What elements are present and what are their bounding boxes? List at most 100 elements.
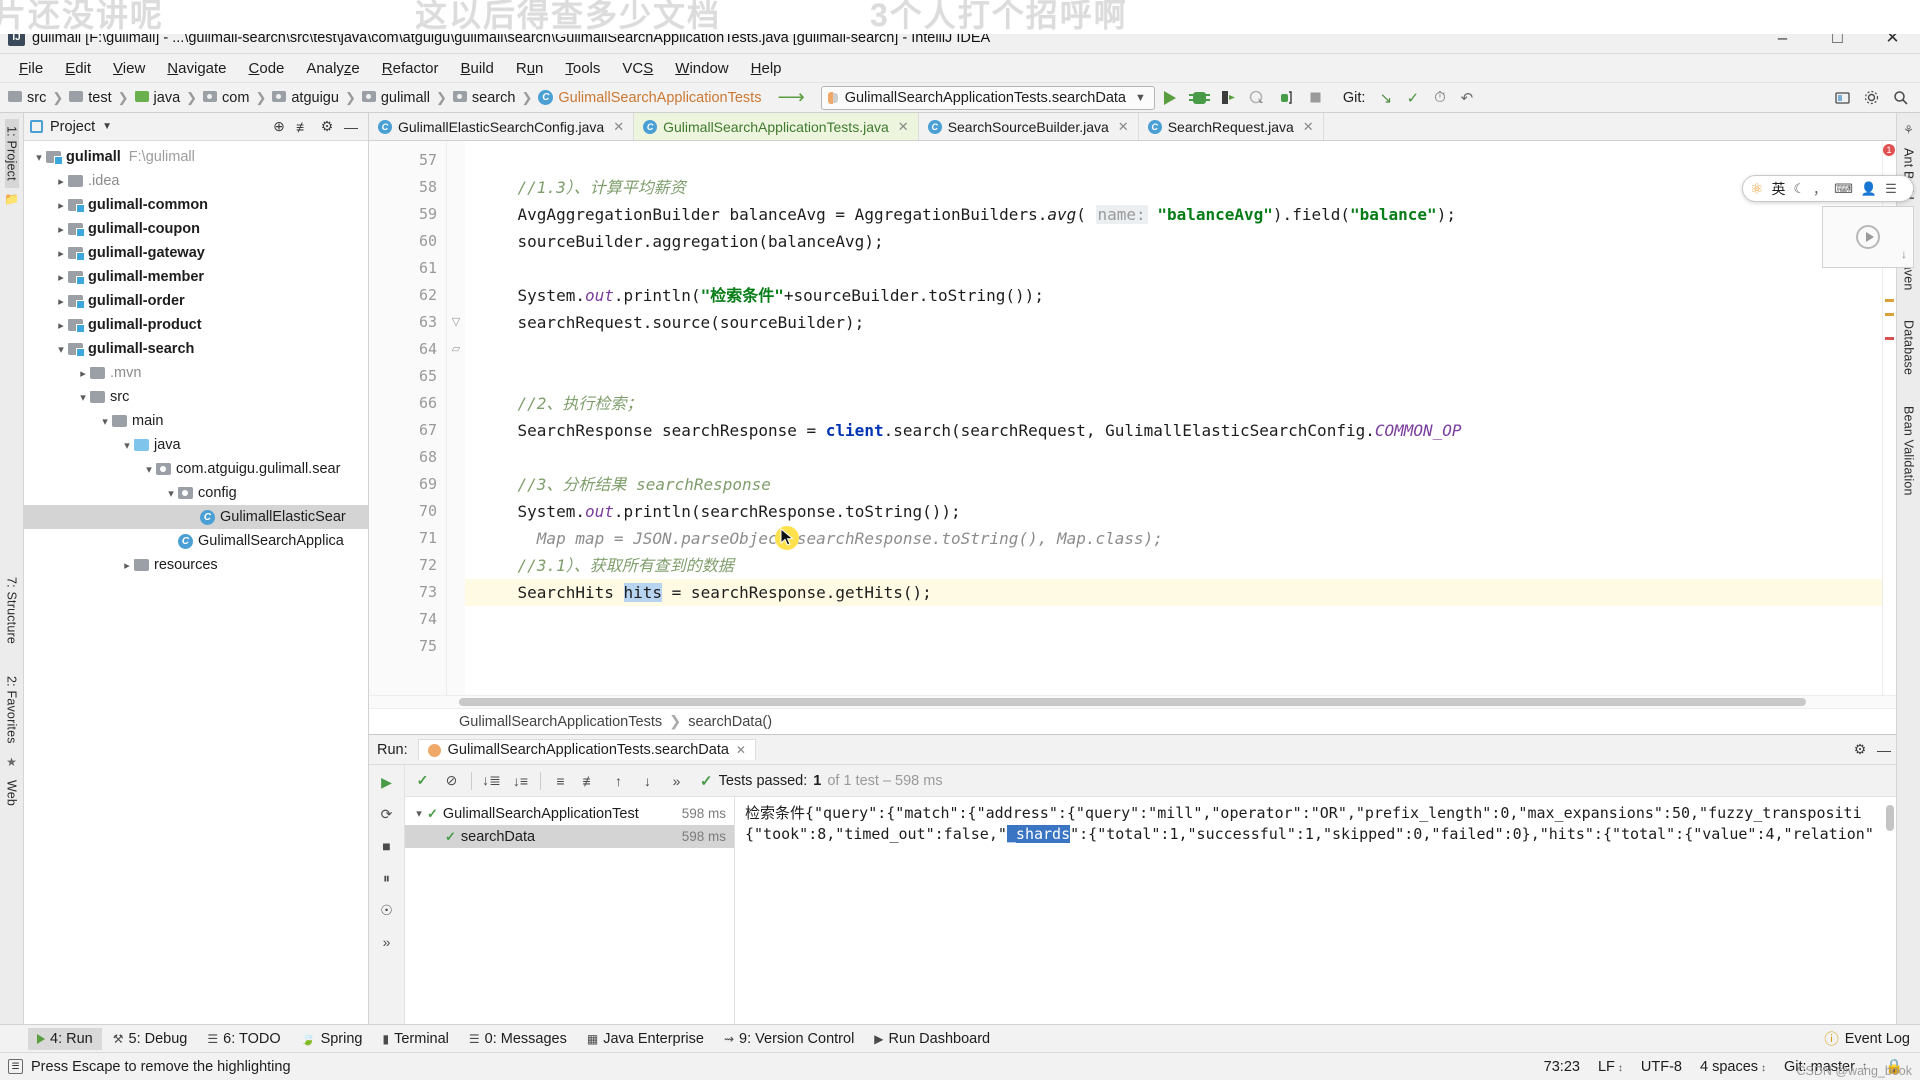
menu-code[interactable]: Code	[238, 57, 296, 80]
menu-navigate[interactable]: Navigate	[156, 57, 237, 80]
breadcrumb-class[interactable]: C GulimallSearchApplicationTests	[538, 90, 761, 106]
stripe-warning-mark[interactable]	[1885, 299, 1894, 302]
breadcrumb-atguigu[interactable]: atguigu	[272, 90, 339, 106]
sidebar-item-structure[interactable]: 7: Structure	[5, 570, 19, 651]
pause-icon[interactable]: ⏸	[376, 867, 398, 889]
ime-popup-panel[interactable]: ↓	[1822, 206, 1914, 268]
toolwindow-run-dashboard[interactable]: ▶ Run Dashboard	[865, 1028, 999, 1050]
toolwindow-run[interactable]: 4: Run	[28, 1027, 102, 1050]
caret-position[interactable]: 73:23	[1535, 1059, 1589, 1075]
toolwindow-spring[interactable]: 🍃 Spring	[292, 1028, 372, 1050]
menu-help[interactable]: Help	[740, 57, 793, 80]
tab-search-request[interactable]: C SearchRequest.java ✕	[1139, 113, 1324, 140]
menu-file[interactable]: File	[8, 57, 54, 80]
tree-toggle[interactable]: ▾	[76, 391, 90, 404]
run-tab[interactable]: GulimallSearchApplicationTests.searchDat…	[417, 739, 756, 760]
sidebar-item-favorites[interactable]: 2: Favorites	[5, 669, 19, 751]
tree-node-com-atguigu-gulimall-sear[interactable]: ▾ com.atguigu.gulimall.sear	[24, 457, 368, 481]
indent-setting[interactable]: 4 spaces ↕	[1691, 1059, 1775, 1075]
chevron-down-icon[interactable]: ▼	[102, 121, 112, 132]
tree-node--idea[interactable]: ▸ .idea	[24, 169, 368, 193]
stop-button[interactable]	[1302, 85, 1329, 111]
run-with-coverage-button[interactable]	[1215, 85, 1242, 111]
rerun-failed-icon[interactable]: ⊘	[438, 768, 465, 794]
search-everywhere-button[interactable]	[1887, 85, 1914, 111]
close-icon[interactable]: ✕	[1118, 119, 1129, 135]
ime-toolbar[interactable]: ⚛ 英 ☾ ， ⌨ 👤 ☰	[1742, 175, 1914, 202]
console-output[interactable]: 检索条件{"query":{"match":{"address":{"query…	[735, 797, 1896, 1024]
attach-debugger-button[interactable]	[1273, 85, 1300, 111]
gear-icon[interactable]: ⚙	[1848, 738, 1872, 762]
close-icon[interactable]: ✕	[736, 743, 746, 757]
keyboard-icon[interactable]: ⌨	[1834, 181, 1853, 197]
next-test-icon[interactable]: ↓	[634, 768, 661, 794]
hide-icon[interactable]: ―	[340, 116, 362, 138]
tree-toggle[interactable]: ▾	[32, 151, 46, 164]
tree-toggle[interactable]: ▸	[54, 295, 68, 308]
tree-node-gulimallelasticsear[interactable]: C GulimallElasticSear	[24, 505, 368, 529]
breadcrumb-class-name[interactable]: GulimallSearchApplicationTests	[459, 714, 662, 730]
message-icon[interactable]: ☰	[8, 1059, 23, 1074]
tree-node-gulimall-common[interactable]: ▸ gulimall-common	[24, 193, 368, 217]
stop-icon[interactable]: ■	[376, 835, 398, 857]
rerun-tests-icon[interactable]: ✓	[409, 768, 436, 794]
settings-button[interactable]	[1858, 85, 1885, 111]
tree-node-resources[interactable]: ▸ resources	[24, 553, 368, 577]
tree-node-gulimall-gateway[interactable]: ▸ gulimall-gateway	[24, 241, 368, 265]
fold-icon[interactable]: ▽	[447, 309, 465, 336]
breadcrumb-search[interactable]: search	[452, 90, 515, 106]
tree-toggle[interactable]: ▸	[54, 223, 68, 236]
run-icon[interactable]: ▶	[376, 771, 398, 793]
tree-node-gulimall-coupon[interactable]: ▸ gulimall-coupon	[24, 217, 368, 241]
tree-toggle[interactable]: ▾	[120, 439, 134, 452]
tree-toggle[interactable]: ▸	[54, 175, 68, 188]
tree-node-gulimall-search[interactable]: ▾ gulimall-search	[24, 337, 368, 361]
menu-window[interactable]: Window	[664, 57, 739, 80]
toolwindow-messages[interactable]: ☰ 0: Messages	[460, 1028, 576, 1050]
menu-tools[interactable]: Tools	[554, 57, 611, 80]
build-project-icon[interactable]: ⟶	[777, 86, 804, 109]
sort-by-duration-icon[interactable]: ↓≡	[507, 768, 534, 794]
rollback-icon[interactable]: ↶	[1454, 85, 1479, 110]
history-icon[interactable]: ⏱	[1427, 85, 1452, 110]
console-scrollbar-thumb[interactable]	[1886, 805, 1894, 831]
camera-icon[interactable]: ☉	[376, 899, 398, 921]
toolwindow-debug[interactable]: ⚒ 5: Debug	[104, 1028, 197, 1050]
tree-node-src[interactable]: ▾ src	[24, 385, 368, 409]
profile-button[interactable]	[1244, 85, 1271, 111]
play-icon[interactable]	[1856, 225, 1880, 249]
breadcrumb-java[interactable]: java	[134, 90, 180, 106]
tree-node-config[interactable]: ▾ config	[24, 481, 368, 505]
sidebar-item-bean-validation[interactable]: Bean Validation	[1902, 399, 1916, 503]
user-icon[interactable]: 👤	[1861, 181, 1877, 197]
prev-test-icon[interactable]: ↑	[605, 768, 632, 794]
tree-node-gulimallsearchapplica[interactable]: C GulimallSearchApplica	[24, 529, 368, 553]
menu-analyze[interactable]: Analyze	[295, 57, 370, 80]
sidebar-item-project[interactable]: 1: Project	[4, 119, 19, 188]
toolwindow-terminal[interactable]: ▮ Terminal	[373, 1028, 457, 1050]
close-icon[interactable]: ✕	[613, 119, 624, 135]
menu-build[interactable]: Build	[449, 57, 504, 80]
breadcrumb-gulimall[interactable]: gulimall	[361, 90, 430, 106]
collapse-all-icon[interactable]: ≢	[576, 768, 603, 794]
code-content[interactable]: //1.3）、计算平均薪资 AvgAggregationBuilder bala…	[465, 141, 1896, 695]
tab-gulimall-search-application-tests[interactable]: C GulimallSearchApplicationTests.java ✕	[634, 113, 919, 140]
expand-all-icon[interactable]: ≡	[547, 768, 574, 794]
menu-run[interactable]: Run	[505, 57, 555, 80]
tree-toggle[interactable]: ▾	[98, 415, 112, 428]
tree-node-gulimall[interactable]: ▾ gulimall F:\gulimall	[24, 145, 368, 169]
tree-toggle[interactable]: ▾	[54, 343, 68, 356]
event-log-button[interactable]: ⓘ Event Log	[1824, 1028, 1920, 1049]
tab-gulimall-elastic-search-config[interactable]: C GulimallElasticSearchConfig.java ✕	[369, 113, 635, 140]
scrollbar-thumb[interactable]	[459, 698, 1806, 706]
commit-icon[interactable]: ✓	[1400, 85, 1425, 110]
menu-vcs[interactable]: VCS	[611, 57, 664, 80]
breadcrumb-com[interactable]: com	[203, 90, 249, 106]
tree-toggle[interactable]: ▾	[142, 463, 156, 476]
tree-toggle[interactable]: ▸	[54, 247, 68, 260]
menu-edit[interactable]: Edit	[54, 57, 102, 80]
rerun-icon[interactable]: ⟳	[376, 803, 398, 825]
select-in-button[interactable]	[1829, 85, 1856, 111]
test-results-tree[interactable]: ▾ ✓ GulimallSearchApplicationTest 598 ms ✓ se…	[405, 797, 735, 1024]
menu-icon[interactable]: ☰	[1885, 181, 1897, 197]
